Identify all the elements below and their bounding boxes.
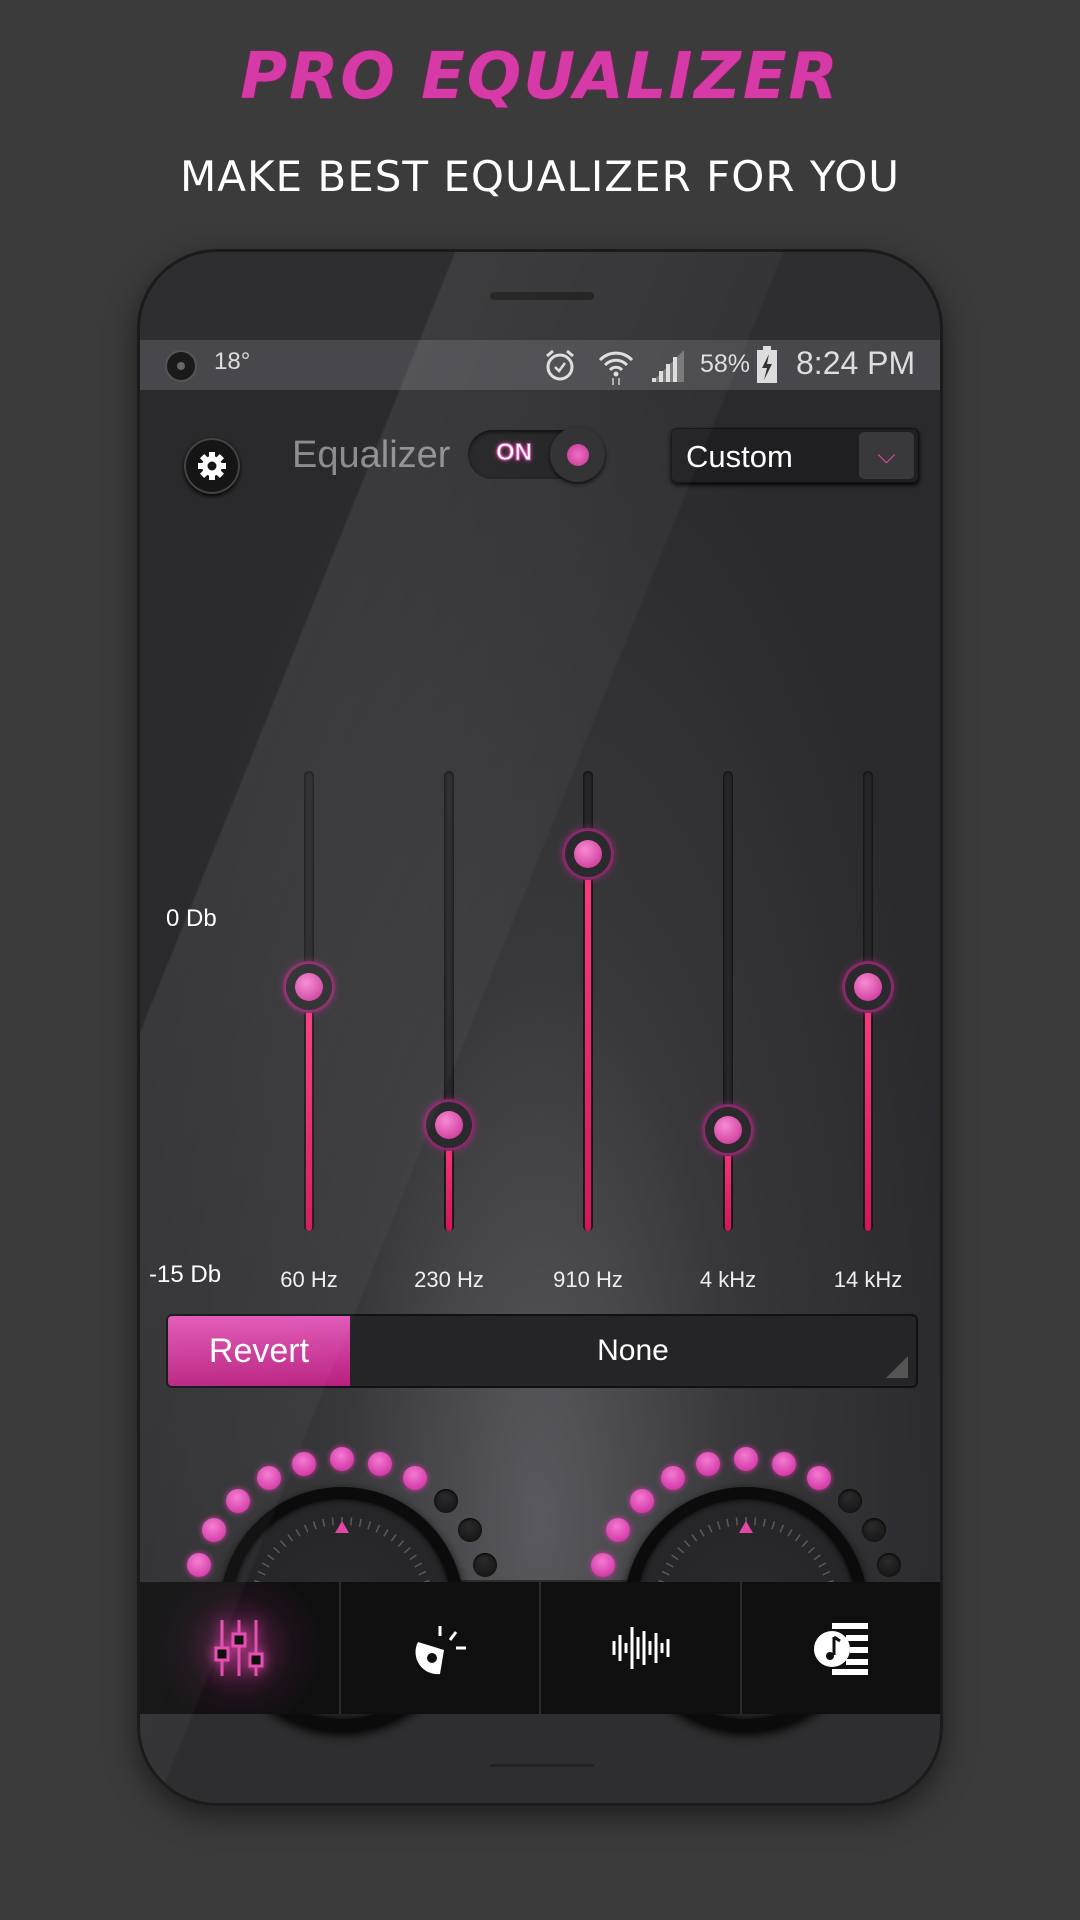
nav-waveform[interactable] (541, 1582, 742, 1714)
dial-level-led (807, 1465, 832, 1490)
equalizer-screen: Equalizer ON Custom ⌵ 0 Db -15 Db 60 Hz 2… (140, 390, 940, 1731)
dial-level-led (630, 1488, 655, 1513)
eq-slider-track[interactable] (705, 771, 751, 1231)
eq-band-label: 4 kHz (699, 1267, 757, 1292)
preset-value: Custom (686, 439, 793, 474)
eq-slider-thumb[interactable] (705, 1106, 751, 1153)
dial-level-led (771, 1451, 796, 1476)
dial-level-led (473, 1552, 498, 1577)
eq-slider-thumb[interactable] (565, 830, 611, 877)
eq-band-label: 910 Hz (553, 1267, 623, 1292)
home-indicator (490, 1764, 594, 1767)
dial-level-led (367, 1451, 392, 1476)
eq-slider-thumb[interactable] (286, 964, 332, 1011)
alarm-icon (546, 349, 574, 381)
nav-speaker[interactable] (341, 1582, 541, 1714)
dial-level-led (330, 1447, 354, 1471)
revert-button[interactable]: Revert (168, 1316, 350, 1386)
eq-band-label: 230 Hz (414, 1267, 484, 1292)
toggle-knob (550, 427, 605, 482)
nav-music-list[interactable] (742, 1582, 941, 1714)
temperature: 18° (214, 348, 251, 375)
eq-band-label: 60 Hz (280, 1267, 338, 1292)
chevron-down-icon: ⌵ (859, 432, 914, 479)
dial-level-led (457, 1518, 482, 1543)
dial-level-led (734, 1447, 758, 1471)
clock: 8:24 PM (796, 345, 916, 381)
phone-frame: 18° 58% 8:24 PM Equalizer ON Custom ⌵ 0 … (137, 249, 943, 1806)
reverb-value: None (597, 1334, 669, 1367)
toggle-state-label: ON (496, 439, 533, 467)
eq-slider-thumb[interactable] (426, 1102, 472, 1149)
status-bar: 18° 58% 8:24 PM (140, 340, 940, 390)
eq-slider-fill (585, 853, 591, 1231)
eq-slider-fill (865, 987, 871, 1231)
dial-level-led (292, 1451, 317, 1476)
dial-level-led (877, 1552, 902, 1577)
promo-title: PRO EQUALIZER (240, 40, 840, 114)
dial-level-led (606, 1518, 631, 1543)
speaker-icon (415, 1626, 466, 1675)
dial-indicator-icon (335, 1521, 349, 1533)
settings-button[interactable] (184, 438, 240, 494)
waveform-icon (612, 1627, 670, 1669)
battery-charging-icon (757, 346, 777, 383)
eq-slider-fill (306, 987, 312, 1231)
dial-level-led (256, 1465, 281, 1490)
gear-icon (198, 452, 226, 480)
phone-speaker (490, 292, 594, 300)
db-max-label: 0 Db (166, 905, 217, 932)
music-list-icon (813, 1623, 868, 1675)
equalizer-icon (214, 1620, 264, 1676)
dial-level-led (433, 1488, 458, 1513)
dial-level-led (837, 1488, 862, 1513)
preset-dropdown[interactable]: Custom ⌵ (671, 428, 919, 483)
dial-level-led (403, 1465, 428, 1490)
eq-slider-track[interactable] (426, 771, 472, 1231)
eq-slider-track[interactable] (286, 771, 332, 1231)
eq-slider-track[interactable] (565, 771, 611, 1231)
eq-slider-thumb[interactable] (845, 964, 891, 1011)
nav-equalizer[interactable] (140, 1582, 341, 1714)
reverb-selector[interactable]: Revert None (166, 1314, 918, 1388)
dial-level-led (696, 1451, 721, 1476)
dial-level-led (186, 1552, 211, 1577)
eq-band-label: 14 kHz (833, 1267, 903, 1292)
dial-level-led (861, 1518, 886, 1543)
bottom-nav (140, 1582, 940, 1714)
db-min-label: -15 Db (149, 1261, 222, 1288)
dial-indicator-icon (739, 1521, 753, 1533)
equalizer-label: Equalizer (292, 434, 451, 476)
signal-icon (652, 350, 684, 382)
promo-subtitle: MAKE BEST EQUALIZER FOR YOU (179, 152, 901, 201)
dial-level-led (660, 1465, 685, 1490)
dropdown-corner-icon (886, 1356, 908, 1378)
dial-level-led (226, 1488, 251, 1513)
eq-slider-track[interactable] (845, 771, 891, 1231)
equalizer-toggle[interactable]: ON (468, 427, 605, 482)
dial-level-led (202, 1518, 227, 1543)
dial-level-led (590, 1552, 615, 1577)
weather-icon (165, 350, 197, 382)
battery-percent: 58% (700, 350, 751, 378)
wifi-icon (598, 351, 634, 385)
